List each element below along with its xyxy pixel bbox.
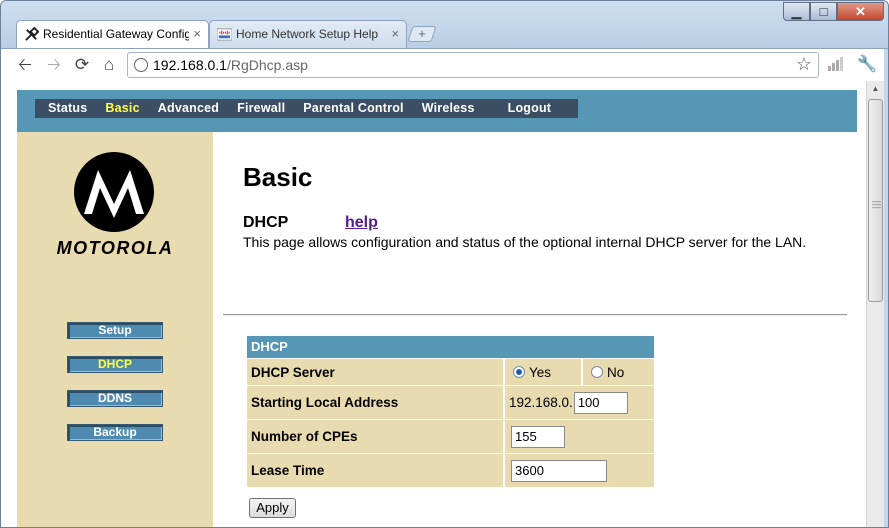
table-row: Starting Local Address 192.168.0. [247,385,654,419]
sidebar-item-setup[interactable]: Setup [67,322,163,339]
sidebar-item-ddns[interactable]: DDNS [67,390,163,407]
url-text: 192.168.0.1/RgDhcp.asp [153,57,308,73]
num-cpes-label: Number of CPEs [247,420,503,453]
help-link[interactable]: help [345,214,378,232]
sidebar-item-label: Setup [98,323,132,337]
menu-item-advanced[interactable]: Advanced [149,99,228,118]
new-tab-button[interactable]: + [407,26,437,42]
url-path: /RgDhcp.asp [226,57,308,73]
dhcp-yes-radio[interactable] [513,366,525,378]
num-cpes-value [505,420,654,453]
dhcp-server-options: Yes No [505,359,654,385]
home-icon[interactable]: ⌂ [98,54,120,76]
num-cpes-input[interactable] [511,425,565,448]
close-tab-icon[interactable]: × [391,21,399,47]
lease-time-value [505,454,654,487]
bars-icon[interactable] [827,56,843,72]
table-header: DHCP [247,336,654,358]
sidebar-item-label: DDNS [97,391,132,405]
wrench-icon[interactable]: 🔧 [857,54,877,74]
main-content: Basic DHCP help This page allows configu… [213,132,857,527]
lease-time-label: Lease Time [247,454,503,487]
sidebar-item-label: DHCP [97,357,132,371]
header-band: Status Basic Advanced Firewall Parental Cont… [17,90,857,132]
table-row: Number of CPEs [247,419,654,453]
close-window-button[interactable]: ✕ [837,2,884,21]
brand-name: MOTOROLA [56,238,174,258]
motorola-logo-icon [74,152,154,232]
page-icon [134,58,148,72]
sidebar-item-backup[interactable]: Backup [67,424,163,441]
menu-item-basic[interactable]: Basic [96,99,148,118]
page-description: This page allows configuration and statu… [243,234,807,250]
tab-label: Residential Gateway Config [43,27,189,41]
tab-home-network-help[interactable]: Home Network Setup Help × [209,20,407,48]
table-row: Lease Time [247,453,654,487]
address-bar[interactable]: 192.168.0.1/RgDhcp.asp ☆ [127,52,819,78]
menu-item-parental-control[interactable]: Parental Control [294,99,412,118]
lease-time-input[interactable] [511,459,607,482]
reload-icon[interactable]: ⟳ [71,54,93,76]
menu-item-firewall[interactable]: Firewall [228,99,294,118]
starting-address-input[interactable] [573,391,628,414]
sidebar-item-dhcp[interactable]: DHCP [67,356,163,373]
url-host: 192.168.0.1 [153,57,227,73]
close-tab-icon[interactable]: × [193,21,201,47]
cisco-icon [217,28,232,41]
title-bar: Residential Gateway Config × Home Networ… [1,1,888,49]
starting-address-label: Starting Local Address [247,386,503,419]
back-arrow-icon[interactable]: 🡠 [14,54,36,76]
section-title: DHCP [243,214,289,231]
sidebar: MOTOROLA Setup DHCP DDNS Backup [17,132,213,527]
dhcp-server-label: DHCP Server [247,359,503,385]
page-title: Basic [243,162,313,192]
star-icon[interactable]: ☆ [796,54,812,75]
minimize-button[interactable]: ▁ [783,2,810,21]
dhcp-no-radio[interactable] [591,366,603,378]
forward-arrow-icon[interactable]: 🡢 [43,54,65,76]
scroll-up-icon[interactable]: ▲ [867,81,884,97]
starting-address-value: 192.168.0. [505,386,654,419]
dhcp-yes-label: Yes [529,364,552,380]
tab-label: Home Network Setup Help [236,27,379,41]
grip-icon: ― ― ― [872,196,881,212]
scroll-thumb[interactable]: ― ― ― [868,99,883,302]
plus-icon: + [418,26,426,41]
tab-residential-gateway[interactable]: Residential Gateway Config × [16,20,209,48]
dhcp-table: DHCP DHCP Server Yes No Starting Local A… [247,336,654,487]
dhcp-no-label: No [607,364,625,380]
browser-window: Residential Gateway Config × Home Networ… [0,0,889,528]
page-viewport: Status Basic Advanced Firewall Parental Cont… [1,81,866,527]
menu-item-status[interactable]: Status [35,99,96,118]
menu-item-wireless[interactable]: Wireless [413,99,499,118]
menu-item-logout[interactable]: Logout [499,99,561,118]
table-row: DHCP Server Yes No [247,358,654,385]
maximize-button[interactable]: □ [810,2,837,21]
dhcp-yes-option[interactable]: Yes [505,365,579,380]
divider [223,314,847,316]
sidebar-item-label: Backup [93,425,137,439]
vertical-scrollbar[interactable]: ▲ ― ― ― [866,81,884,527]
tools-icon [25,27,39,41]
window-frame [884,49,888,527]
top-menu: Status Basic Advanced Firewall Parental Cont… [35,99,578,118]
apply-button[interactable]: Apply [249,498,296,518]
address-prefix: 192.168.0. [509,395,573,410]
dhcp-no-option[interactable]: No [581,359,654,385]
browser-toolbar: 🡠 🡢 ⟳ ⌂ 192.168.0.1/RgDhcp.asp ☆ 🔧 [1,48,888,81]
